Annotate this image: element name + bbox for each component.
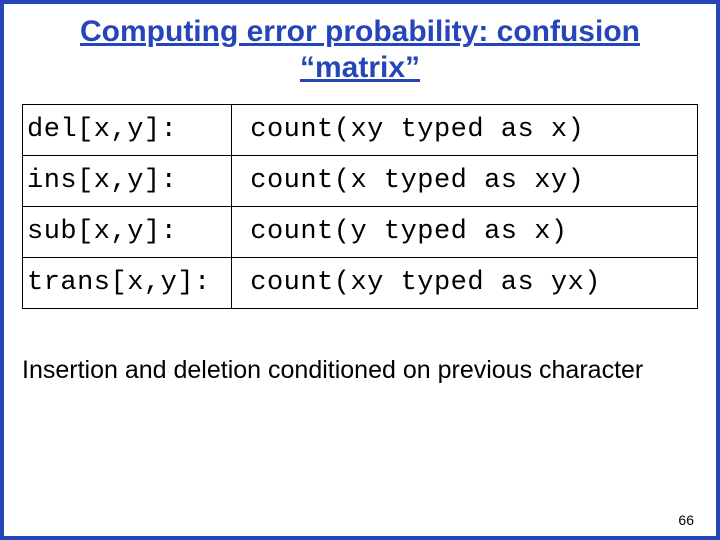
cell-key: sub[x,y]: xyxy=(23,207,232,258)
slide-title: Computing error probability: confusion “… xyxy=(22,14,698,86)
cell-value: count(xy typed as x) xyxy=(232,105,698,156)
slide: Computing error probability: confusion “… xyxy=(4,4,716,536)
cell-value: count(xy typed as yx) xyxy=(232,258,698,309)
table-row: trans[x,y]: count(xy typed as yx) xyxy=(23,258,698,309)
cell-value: count(x typed as xy) xyxy=(232,156,698,207)
cell-key: ins[x,y]: xyxy=(23,156,232,207)
cell-key: del[x,y]: xyxy=(23,105,232,156)
table-row: del[x,y]: count(xy typed as x) xyxy=(23,105,698,156)
cell-value: count(y typed as x) xyxy=(232,207,698,258)
table-row: sub[x,y]: count(y typed as x) xyxy=(23,207,698,258)
slide-note: Insertion and deletion conditioned on pr… xyxy=(22,347,698,393)
table-row: ins[x,y]: count(x typed as xy) xyxy=(23,156,698,207)
page-number: 66 xyxy=(678,512,694,528)
cell-key: trans[x,y]: xyxy=(23,258,232,309)
confusion-matrix-table: del[x,y]: count(xy typed as x) ins[x,y]:… xyxy=(22,104,698,309)
